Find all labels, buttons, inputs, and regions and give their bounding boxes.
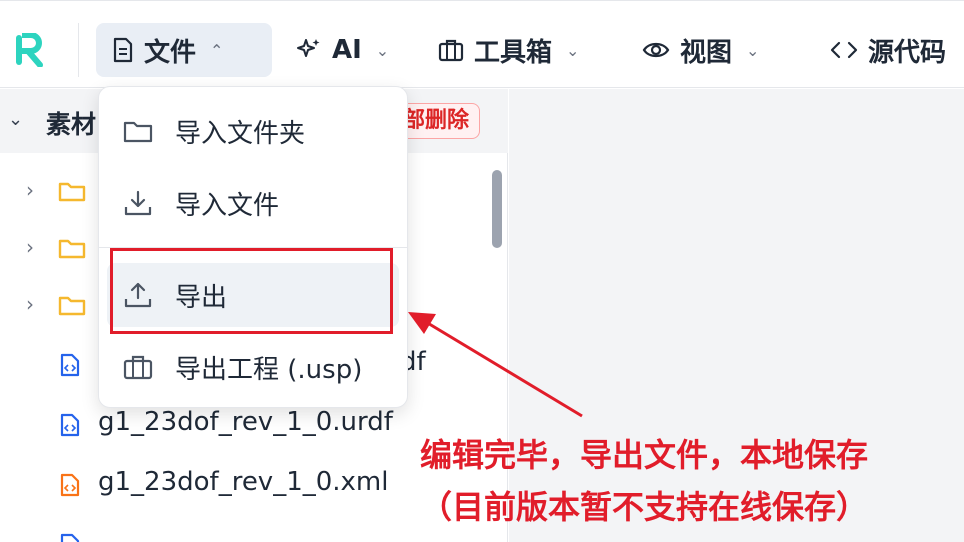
chevron-up-icon: ⌃ [210,40,224,60]
menu-file-label: 文件 [144,37,197,68]
folder-icon [123,121,153,143]
download-icon [124,190,152,216]
folder-icon [58,296,86,316]
logo-divider [78,23,79,77]
menu-source-button[interactable]: 源代码 [814,23,962,77]
menu-item-import-file[interactable]: 导入文件 [107,171,399,235]
chevron-right-icon[interactable]: › [26,292,34,316]
chevron-down-icon: ⌄ [375,40,390,60]
top-toolbar: 文件 ⌃ AI ⌄ 工具箱 ⌄ 视图 ⌄ 源代码 [0,0,964,88]
tree-file-row[interactable]: g1_23dof_rev_1_0.urdf [0,405,490,445]
menu-item-import-folder[interactable]: 导入文件夹 [107,99,399,163]
menu-toolbox-button[interactable]: 工具箱 ⌄ [422,23,595,77]
menu-item-label: 导入文件夹 [175,118,306,149]
briefcase-icon [123,355,153,380]
eye-icon [642,42,670,58]
menu-item-label: 导出工程 (.usp) [175,354,363,385]
code-file-icon [60,533,80,542]
code-file-icon [60,413,80,437]
menu-view-button[interactable]: 视图 ⌄ [626,23,775,77]
file-menu-dropdown: 导入文件夹 导入文件 导出 导出工程 (.usp) [98,86,408,408]
menu-file-button[interactable]: 文件 ⌃ [96,23,272,77]
chevron-down-icon: ⌄ [746,40,760,60]
asset-panel-title: 素材 [46,110,97,139]
tree-item-name: g1_23dof_rev_1_0.urdf [98,407,393,437]
chevron-down-icon[interactable]: ⌄ [8,109,23,130]
app-logo-icon[interactable] [14,33,44,67]
menu-toolbox-label: 工具箱 [474,37,553,68]
menu-source-label: 源代码 [868,37,947,68]
folder-icon [58,182,86,202]
annotation-text-line2: （目前版本暂不支持在线保存） [420,488,869,526]
code-file-icon [60,473,80,497]
tree-item-name: g1_23dof_rev_1_0.xml [98,467,389,497]
chevron-right-icon[interactable]: › [26,235,34,259]
code-icon [830,41,858,59]
file-icon [113,37,133,63]
folder-icon [58,239,86,259]
menu-item-export-project[interactable]: 导出工程 (.usp) [107,335,399,399]
menu-ai-label: AI [332,35,362,65]
toolbox-icon [438,39,464,62]
annotation-text-line1: 编辑完毕，导出文件，本地保存 [420,436,869,474]
menu-ai-button[interactable]: AI ⌄ [278,23,405,77]
menu-item-label: 导入文件 [175,190,280,221]
menu-view-label: 视图 [680,37,733,68]
code-file-icon [60,353,80,377]
export-highlight-box [110,248,393,334]
sparkles-icon [297,39,320,57]
tree-file-row[interactable] [0,525,490,542]
chevron-down-icon: ⌄ [566,40,580,60]
panel-scrollbar[interactable] [492,170,502,248]
chevron-right-icon[interactable]: › [26,178,34,202]
tree-file-row[interactable]: g1_23dof_rev_1_0.xml [0,465,490,505]
